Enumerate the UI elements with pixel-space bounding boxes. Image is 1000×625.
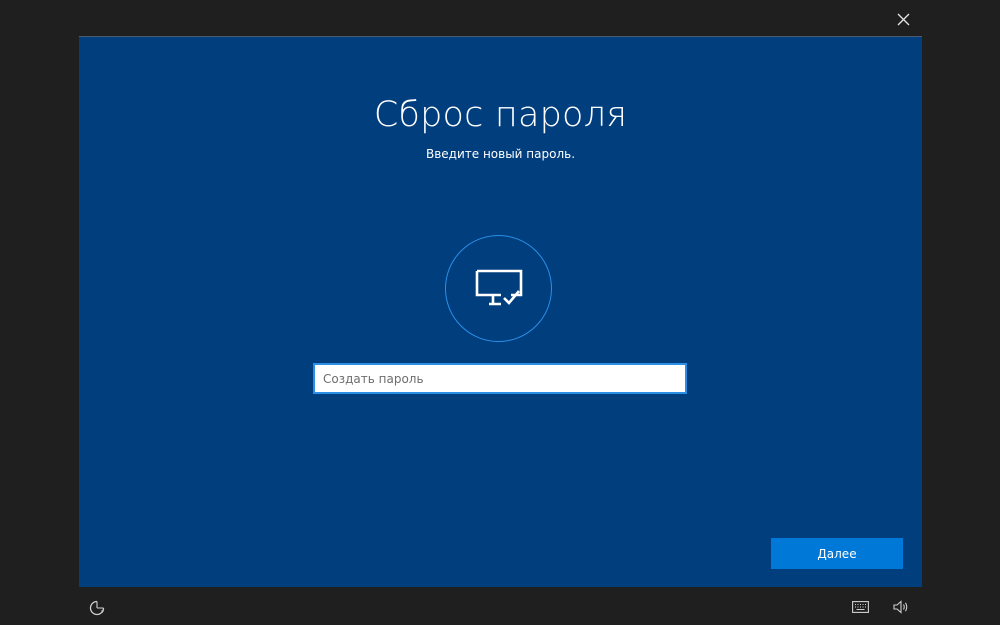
ease-of-access-button[interactable] — [86, 597, 108, 619]
page-title: Сброс пароля — [373, 95, 628, 135]
monitor-check-icon — [475, 269, 522, 305]
keyboard-icon — [851, 601, 869, 613]
keyboard-button[interactable] — [849, 597, 871, 617]
page-subtitle: Введите новый пароль. — [425, 147, 576, 161]
next-button[interactable]: Далее — [771, 538, 903, 569]
volume-button[interactable] — [890, 597, 912, 617]
ease-of-access-icon — [89, 600, 105, 616]
close-button[interactable] — [890, 6, 916, 32]
reset-password-panel: Сброс пароля Введите новый пароль. Далее — [79, 36, 922, 587]
lock-screen: Сброс пароля Введите новый пароль. Далее — [0, 0, 1000, 625]
password-input[interactable] — [313, 363, 687, 394]
avatar — [445, 235, 552, 342]
close-icon — [897, 13, 909, 25]
volume-icon — [893, 600, 908, 614]
